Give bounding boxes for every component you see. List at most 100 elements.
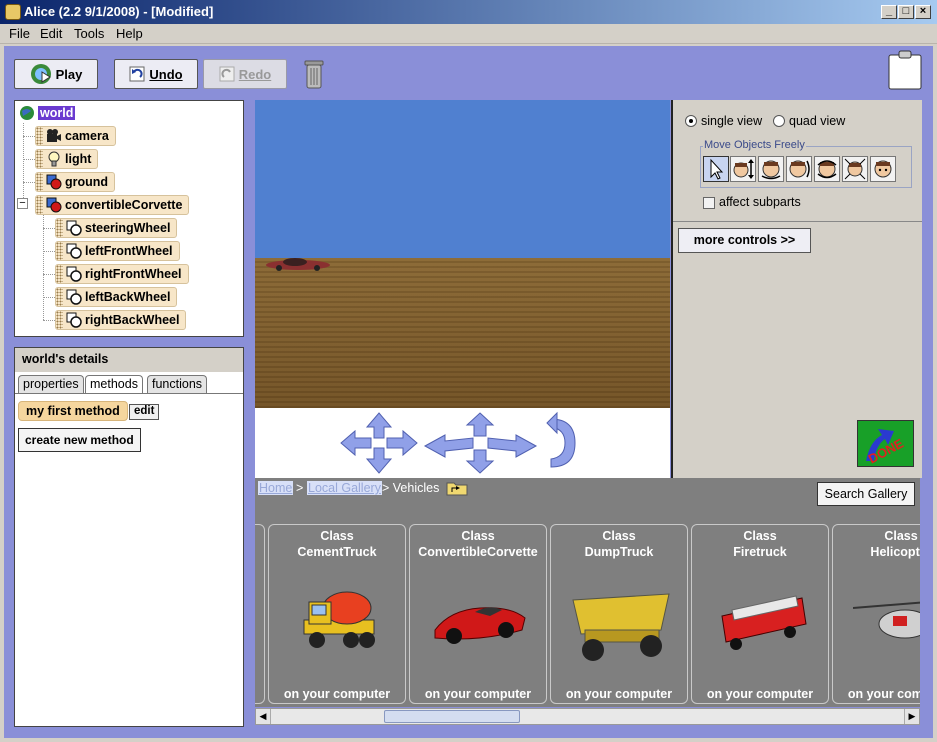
menu-file[interactable]: File	[9, 26, 30, 41]
car-in-scene[interactable]	[265, 255, 331, 273]
scroll-left-button[interactable]: ◀	[256, 709, 271, 724]
quad-view-radio[interactable]	[773, 115, 785, 127]
drag-grip[interactable]	[56, 288, 63, 306]
edit-method-button[interactable]: edit	[129, 404, 160, 420]
gallery-item-cementtruck[interactable]: Class CementTruck on your computer	[268, 524, 406, 704]
tree-item-ground[interactable]: ground	[35, 172, 116, 192]
move-up-down-tool-icon[interactable]	[730, 156, 756, 182]
scroll-thumb[interactable]	[384, 710, 520, 723]
breadcrumb-home-link[interactable]: Home	[258, 481, 294, 495]
tree-item-label: world	[38, 106, 76, 120]
tab-properties[interactable]: properties	[18, 375, 84, 393]
tab-functions[interactable]: functions	[147, 375, 208, 393]
tree-item-camera[interactable]: camera	[35, 126, 116, 146]
folder-up-icon[interactable]	[446, 480, 468, 496]
done-button[interactable]: DONE	[857, 420, 914, 467]
tumble-tool-icon[interactable]	[814, 156, 840, 182]
drag-grip[interactable]	[36, 150, 43, 168]
rotate-camera-arrows-icon[interactable]	[545, 411, 581, 475]
globe-icon	[20, 106, 34, 120]
drag-grip[interactable]	[36, 173, 43, 191]
pointer-tool-icon[interactable]	[703, 156, 729, 182]
gallery-item-convertiblecorvette[interactable]: Class ConvertibleCorvette on your comput…	[409, 524, 547, 704]
class-label: Class	[320, 529, 354, 543]
trash-icon[interactable]	[303, 58, 325, 90]
helicopter-thumbnail	[853, 601, 920, 639]
class-name: DumpTruck	[584, 545, 654, 559]
single-view-radio[interactable]	[685, 115, 697, 127]
class-label: Class	[743, 529, 777, 543]
tree-item-rightbackwheel[interactable]: rightBackWheel	[55, 310, 187, 330]
play-button[interactable]: Play	[14, 59, 98, 89]
drag-grip[interactable]	[56, 265, 63, 283]
play-icon	[30, 64, 51, 84]
tree-connector	[23, 136, 35, 137]
redo-button[interactable]: Redo	[203, 59, 287, 89]
gallery-scrollbar[interactable]: ◀ ▶	[255, 708, 920, 725]
tree-item-leftbackwheel[interactable]: leftBackWheel	[55, 287, 178, 307]
tree-item-steeringwheel[interactable]: steeringWheel	[55, 218, 178, 238]
tab-methods[interactable]: methods	[85, 375, 143, 394]
move-camera-arrows-icon[interactable]	[339, 411, 419, 475]
ground-plane	[255, 258, 670, 408]
drag-grip[interactable]	[36, 127, 43, 145]
minimize-button[interactable]: _	[881, 5, 897, 19]
object-tree-panel: world camera light ground − convertibleC…	[14, 100, 244, 337]
tree-item-leftfrontwheel[interactable]: leftFrontWheel	[55, 241, 180, 261]
tree-connector	[43, 214, 44, 320]
scroll-right-button[interactable]: ▶	[904, 709, 919, 724]
menu-bar: File Edit Tools Help	[0, 24, 937, 44]
camera-controls	[255, 408, 670, 478]
resize-tool-icon[interactable]	[842, 156, 868, 182]
class-label: Class	[602, 529, 636, 543]
turn-left-right-tool-icon[interactable]	[758, 156, 784, 182]
drag-grip[interactable]	[56, 242, 63, 260]
copy-tool-icon[interactable]	[870, 156, 896, 182]
quad-view-label: quad view	[789, 114, 846, 128]
gallery-item-firetruck[interactable]: Class Firetruck on your computer	[691, 524, 829, 704]
drag-grip[interactable]	[36, 196, 43, 214]
search-gallery-button[interactable]: Search Gallery	[817, 482, 915, 506]
class-label: Class	[461, 529, 495, 543]
more-controls-button[interactable]: more controls >>	[678, 228, 811, 253]
drag-grip[interactable]	[56, 219, 63, 237]
redo-icon	[219, 66, 235, 82]
gallery-item-helicopter[interactable]: Class Helicopter on your computer	[832, 524, 920, 704]
collapse-toggle[interactable]: −	[17, 198, 28, 209]
sky	[255, 100, 670, 258]
undo-button[interactable]: Undo	[114, 59, 198, 89]
gallery-item-dumptruck[interactable]: Class DumpTruck on your computer	[550, 524, 688, 704]
maximize-button[interactable]: □	[898, 5, 914, 19]
tree-connector	[43, 297, 55, 298]
menu-tools[interactable]: Tools	[74, 26, 104, 41]
tilt-camera-arrows-icon[interactable]	[423, 411, 538, 475]
create-new-method-button[interactable]: create new method	[18, 428, 141, 452]
tree-item-rightfrontwheel[interactable]: rightFrontWheel	[55, 264, 189, 284]
class-name: Firetruck	[733, 545, 787, 559]
part-icon	[66, 266, 82, 282]
drag-grip[interactable]	[56, 311, 63, 329]
menu-help[interactable]: Help	[116, 26, 143, 41]
clipboard-icon[interactable]	[887, 50, 923, 90]
breadcrumb-local-gallery-link[interactable]: Local Gallery	[307, 481, 382, 495]
tree-item-label: light	[65, 152, 92, 166]
turn-forward-back-tool-icon[interactable]	[786, 156, 812, 182]
part-icon	[66, 220, 82, 236]
method-item[interactable]: my first method	[18, 401, 128, 421]
world-view[interactable]	[255, 100, 670, 408]
location-label: on your computer	[565, 687, 673, 701]
tree-item-light[interactable]: light	[35, 149, 99, 169]
gallery-item-partial[interactable]	[255, 524, 265, 704]
tree-item-world[interactable]: world	[19, 103, 82, 123]
details-title: world's details	[15, 348, 243, 372]
gallery-area: Class CementTruck on your computer Class…	[255, 508, 920, 707]
close-button[interactable]: ×	[915, 5, 931, 19]
title-bar: Alice (2.2 9/1/2008) - [Modified] _ □ ×	[0, 0, 937, 24]
affect-subparts-checkbox[interactable]	[703, 197, 715, 209]
tree-connector	[43, 274, 55, 275]
tree-connector	[23, 159, 35, 160]
firetruck-thumbnail	[721, 595, 807, 650]
tree-item-convertiblecorvette[interactable]: convertibleCorvette	[35, 195, 190, 215]
menu-edit[interactable]: Edit	[40, 26, 62, 41]
tree-connector	[23, 122, 24, 204]
